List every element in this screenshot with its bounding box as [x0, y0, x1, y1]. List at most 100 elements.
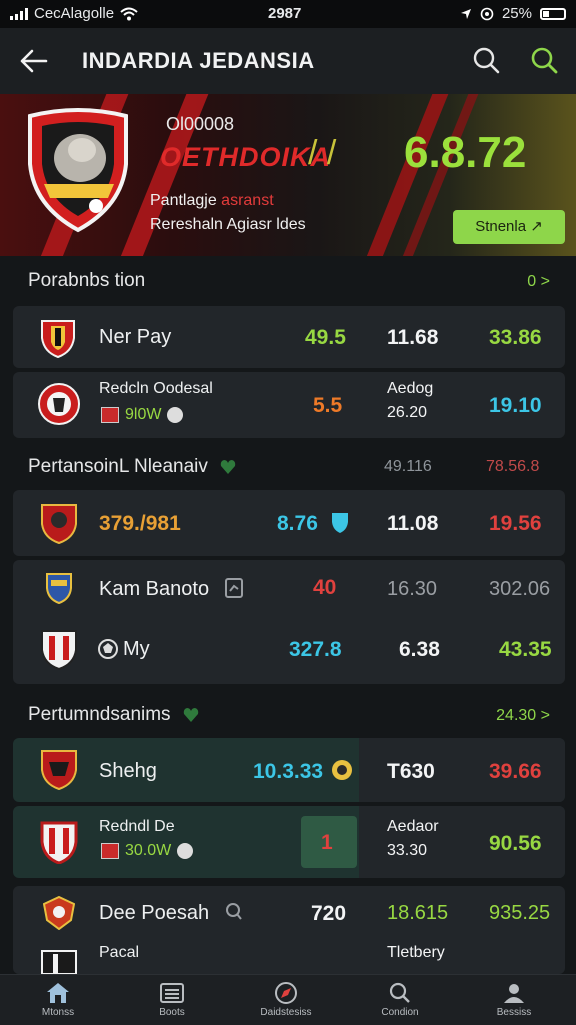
odds-home[interactable]: 49.5: [305, 326, 346, 350]
section-link[interactable]: 24.30 >: [496, 707, 550, 725]
odds-draw[interactable]: 33.30: [387, 842, 427, 860]
odds-away[interactable]: 90.56: [489, 832, 542, 856]
nav-item-bets[interactable]: Boots: [122, 981, 222, 1018]
team-name: Redcln Oodesal: [99, 380, 213, 397]
form-tag: 9l0W: [125, 406, 162, 423]
match-row[interactable]: 379./981 8.76 11.08 19.56: [13, 490, 565, 556]
battery-percent: 25%: [501, 5, 532, 22]
team-crest-icon: [41, 750, 77, 790]
team-crest-icon: [38, 383, 80, 425]
odds-away[interactable]: 33.86: [489, 326, 542, 350]
team-name: 379./981: [99, 512, 181, 535]
section-link[interactable]: 0 >: [527, 273, 550, 291]
odds-home[interactable]: 40: [313, 576, 336, 600]
odds-away[interactable]: 19.56: [489, 512, 542, 536]
home-icon: [47, 983, 69, 1003]
odds-away[interactable]: 302.06: [489, 578, 550, 601]
hero-cta-button[interactable]: Stnenla ↗: [453, 210, 565, 244]
match-group: Kam Banoto 40 16.30 302.06 My 327.8 6.38…: [13, 560, 565, 684]
team-name: My: [123, 638, 150, 660]
team-crest-logo: [28, 108, 128, 233]
column-header: 49.116: [384, 458, 432, 475]
back-arrow-icon[interactable]: [18, 46, 50, 76]
list-icon: [160, 983, 184, 1003]
odds-home[interactable]: 5.5: [313, 394, 342, 418]
stats-icon[interactable]: [225, 902, 243, 922]
battery-icon: [540, 7, 566, 20]
odds-home[interactable]: 327.8: [289, 638, 342, 662]
odds-draw[interactable]: T630: [387, 760, 435, 784]
team-crest-icon: [41, 320, 75, 358]
team-name: OETHDOIKA: [160, 142, 331, 172]
ball-icon: [98, 639, 118, 659]
odds-home[interactable]: 1: [321, 831, 333, 855]
odds-home[interactable]: 10.3.33: [253, 760, 323, 784]
form-tag: 30.0W: [125, 842, 172, 859]
nav-item-profile[interactable]: Bessiss: [464, 981, 564, 1018]
favorite-check-icon[interactable]: [182, 706, 200, 724]
chevron-right-icon: >: [540, 273, 550, 290]
match-row[interactable]: Shehg 10.3.33 T630 39.66: [13, 738, 565, 802]
odds-draw[interactable]: 11.08: [387, 512, 438, 536]
hero-subtitle: Pantlagje asranst: [150, 192, 274, 209]
column-header: 78.56.8: [486, 458, 540, 475]
alarm-icon: [480, 7, 494, 20]
ball-icon: [167, 407, 184, 423]
app-bar: INDARDIA JEDANSIA: [0, 28, 576, 94]
match-row[interactable]: Redcln Oodesal 9l0W 5.5 Aedog 26.20 19.1…: [13, 372, 565, 438]
profile-icon: [504, 984, 524, 1003]
featured-odds[interactable]: 6.8.72: [404, 128, 526, 178]
nav-item-live[interactable]: Daidstesiss: [236, 981, 336, 1018]
ball-icon: [177, 843, 194, 859]
selected-odds-highlight[interactable]: 1: [301, 816, 357, 868]
search-icon[interactable]: [470, 44, 502, 76]
signal-icon: [10, 7, 28, 20]
odds-draw[interactable]: 16.30: [387, 578, 437, 601]
nav-item-home[interactable]: Mtonss: [8, 981, 108, 1018]
favorite-check-icon[interactable]: [219, 458, 237, 476]
wifi-icon: [120, 7, 138, 20]
divider-slashes: / /: [308, 134, 337, 172]
carrier-label: CecAlagolle: [34, 5, 115, 22]
filter-search-icon[interactable]: [528, 44, 560, 76]
match-row[interactable]: Ner Pay 49.5 11.68 33.86: [13, 306, 565, 368]
team-name: Shehg: [99, 760, 157, 782]
odds-draw[interactable]: 18.615: [387, 902, 448, 925]
odds-label: Tletbery: [387, 944, 445, 961]
odds-away[interactable]: 935.25: [489, 902, 550, 925]
team-name: Redndl De: [99, 818, 175, 835]
odds-away[interactable]: 19.10: [489, 394, 542, 418]
flag-icon: [101, 407, 119, 423]
odds-away[interactable]: 43.35: [499, 638, 552, 662]
chevron-right-icon: >: [540, 707, 550, 724]
match-code: Ol00008: [166, 114, 235, 134]
section-title: Pertumndsanims: [28, 704, 200, 726]
section-title: Porabnbs tion: [28, 270, 146, 291]
flag-icon: [101, 843, 119, 859]
section-title: PertansoinL Nleanaiv: [28, 456, 237, 478]
match-group: Dee Poesah 720 18.615 935.25 Pacal Tletb…: [13, 886, 565, 974]
odds-draw[interactable]: 26.20: [387, 404, 427, 422]
team-crest-icon: [46, 573, 72, 604]
match-row[interactable]: Redndl De 30.0W 1 Aedaor 33.30 90.56: [13, 806, 565, 878]
status-time: 2987: [268, 5, 302, 22]
stats-icon[interactable]: [225, 578, 243, 598]
odds-draw[interactable]: 11.68: [387, 326, 438, 350]
team-crest-icon: [41, 504, 77, 544]
odds-draw[interactable]: 6.38: [399, 638, 440, 662]
team-crest-icon: [41, 630, 77, 670]
team-crest-icon: [40, 821, 78, 864]
team-name: Ner Pay: [99, 326, 172, 348]
status-bar: CecAlagolle 2987 25%: [0, 0, 576, 28]
compass-icon: [275, 982, 297, 1004]
odds-away[interactable]: 39.66: [489, 760, 542, 784]
team-name: Pacal: [99, 944, 140, 961]
location-icon: [460, 8, 471, 19]
team-crest-icon: [41, 950, 77, 974]
nav-item-search[interactable]: Condion: [350, 981, 450, 1018]
odds-home[interactable]: 8.76: [277, 512, 318, 536]
odds-home[interactable]: 720: [311, 902, 346, 926]
search-icon: [389, 982, 410, 1003]
bottom-navigation: Mtonss Boots Daidstesiss Condion Bessiss: [0, 974, 576, 1025]
team-name: Kam Banoto: [99, 578, 210, 600]
